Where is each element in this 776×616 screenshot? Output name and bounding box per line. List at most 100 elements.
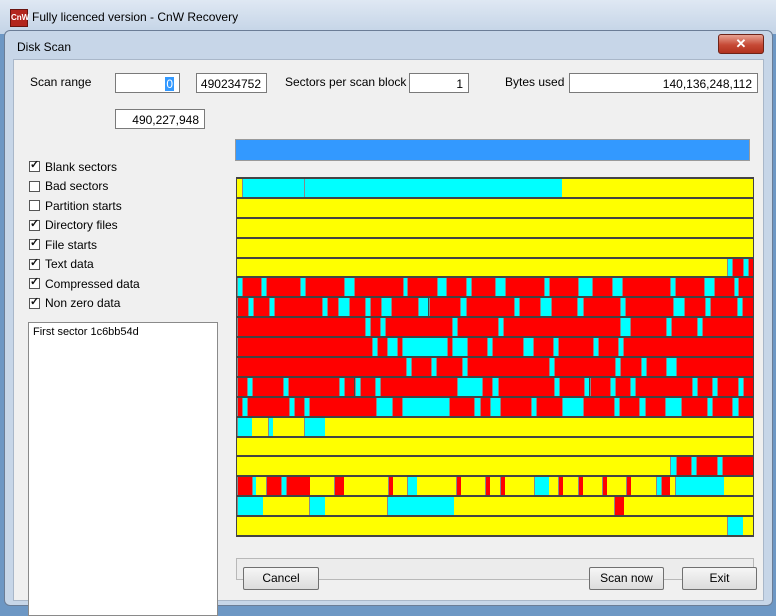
disk-map-block — [495, 278, 505, 297]
disk-map-block — [625, 298, 674, 317]
checkbox[interactable] — [29, 200, 40, 212]
checkbox[interactable] — [29, 236, 40, 251]
option-1[interactable]: Bad sectors — [29, 177, 140, 197]
first-sector-text: First sector 1c6bb54d — [33, 326, 139, 338]
disk-map-block — [489, 397, 501, 416]
disk-map-block — [309, 497, 325, 516]
disk-map — [236, 177, 754, 537]
progress-fill — [236, 140, 749, 160]
disk-map-row — [237, 437, 753, 456]
disk-map-block — [376, 397, 392, 416]
disk-map-block — [738, 278, 753, 297]
disk-map-block — [665, 397, 681, 416]
disk-map-row — [237, 338, 753, 356]
checkbox[interactable] — [29, 295, 40, 309]
scan-info-panel: First sector 1c6bb54d — [28, 322, 218, 616]
disk-map-block — [237, 298, 248, 317]
option-5[interactable]: Text data — [29, 255, 140, 275]
disk-map-block — [470, 278, 495, 297]
disk-map-row — [237, 417, 753, 436]
scan-progress-bar — [235, 139, 750, 161]
disk-map-block — [582, 298, 620, 317]
disk-map-block — [456, 377, 483, 396]
disk-map-row — [237, 517, 753, 535]
disk-map-block — [391, 397, 403, 416]
disk-map-block — [680, 397, 707, 416]
disk-map-block — [727, 517, 743, 535]
disk-map-block — [386, 497, 454, 516]
dialog-client-area: Scan range 0 490234752 Sectors per scan … — [13, 59, 764, 616]
disk-map-block — [732, 258, 743, 277]
disk-map-block — [582, 477, 603, 496]
checkbox[interactable] — [29, 256, 40, 270]
option-label: Text data — [45, 257, 94, 272]
disk-map-block — [385, 318, 452, 337]
disk-map-block — [274, 298, 323, 317]
disk-map-block — [359, 377, 375, 396]
disk-map-block — [392, 477, 408, 496]
exit-button[interactable]: Exit — [682, 567, 757, 590]
disk-map-block — [262, 497, 310, 516]
disk-map-block — [237, 358, 406, 376]
disk-map-block — [237, 318, 365, 337]
disk-map-block — [353, 278, 403, 297]
disk-map-block — [550, 298, 578, 317]
disk-map-block — [402, 338, 448, 356]
disk-map-block — [247, 397, 289, 416]
checkbox[interactable] — [29, 158, 40, 173]
disk-map-block — [237, 457, 671, 476]
disk-map-block — [453, 497, 614, 516]
disk-map-block — [237, 517, 728, 535]
option-0[interactable]: Blank sectors — [29, 157, 140, 177]
option-7[interactable]: Non zero data — [29, 294, 140, 314]
option-2[interactable]: Partition starts — [29, 196, 140, 216]
scan-range-end-input[interactable]: 490234752 — [196, 73, 267, 93]
option-label: Bad sectors — [45, 179, 109, 194]
disk-map-block — [577, 278, 593, 297]
disk-map-block — [562, 397, 583, 416]
disk-map-block — [288, 377, 340, 396]
disk-map-block — [540, 298, 551, 317]
disk-map-block — [522, 338, 533, 356]
disk-map-block — [391, 298, 418, 317]
disk-map-block — [723, 477, 753, 496]
option-label: Non zero data — [45, 296, 121, 311]
disk-map-block — [456, 318, 498, 337]
disk-map-block — [737, 397, 753, 416]
disk-map-block — [380, 377, 457, 396]
disk-map-block — [348, 298, 365, 317]
disk-map-block — [683, 298, 706, 317]
disk-map-block — [237, 338, 373, 356]
disk-map-row — [237, 198, 753, 217]
option-label: Blank sectors — [45, 159, 118, 174]
disk-map-block — [635, 377, 692, 396]
disk-map-block — [327, 298, 339, 317]
disk-map-block — [237, 417, 253, 436]
disk-map-block — [660, 477, 671, 496]
scan-range-start-input[interactable]: 0 — [115, 73, 180, 93]
option-4[interactable]: File starts — [29, 235, 140, 255]
disk-map-block — [407, 477, 418, 496]
disk-map-block — [701, 318, 753, 337]
disk-map-row — [237, 457, 753, 476]
disk-map-block — [704, 278, 715, 297]
close-button[interactable]: ✕ — [718, 34, 764, 54]
disk-map-block — [344, 278, 354, 297]
checkbox[interactable] — [29, 275, 40, 290]
disk-map-block — [582, 397, 614, 416]
checkbox[interactable] — [29, 180, 40, 192]
disk-map-block — [742, 377, 753, 396]
checkbox[interactable] — [29, 217, 40, 231]
cancel-button[interactable]: Cancel — [243, 567, 319, 590]
option-6[interactable]: Compressed data — [29, 274, 140, 294]
disk-scan-dialog: Disk Scan ✕ Scan range 0 490234752 Secto… — [4, 30, 773, 616]
disk-map-block — [492, 338, 523, 356]
sectors-per-block-label: Sectors per scan block — [285, 75, 407, 89]
disk-map-block — [344, 477, 388, 496]
scan-options: Blank sectors Bad sectors Partition starts… — [29, 157, 140, 313]
option-3[interactable]: Directory files — [29, 216, 140, 236]
disk-map-block — [237, 437, 753, 456]
bytes-used-label: Bytes used — [505, 75, 565, 89]
scan-now-button[interactable]: Scan now — [589, 567, 664, 590]
sectors-per-block-input[interactable]: 1 — [409, 73, 469, 93]
